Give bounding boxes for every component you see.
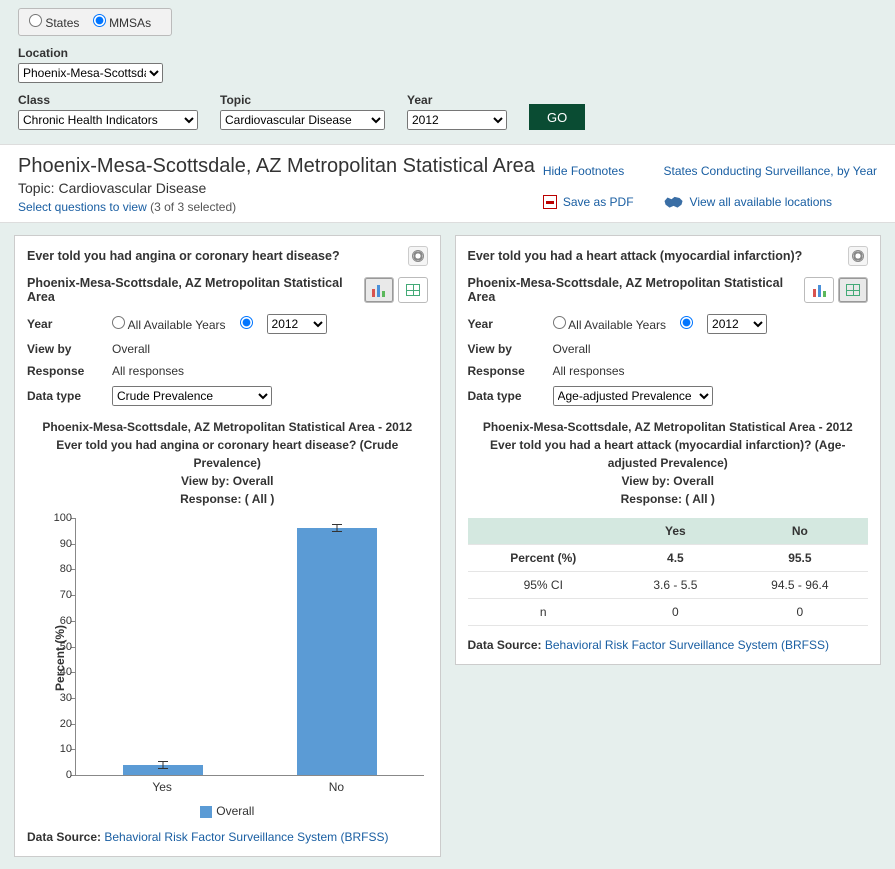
y-axis-label: Percent (%) — [53, 625, 67, 691]
response-value: All responses — [112, 364, 428, 378]
location-select[interactable]: Phoenix-Mesa-Scottsdale, AZ — [18, 63, 163, 83]
data-source-link[interactable]: Behavioral Risk Factor Surveillance Syst… — [545, 638, 829, 652]
viewby-value: Overall — [553, 342, 869, 356]
all-years-radio[interactable]: All Available Years — [553, 316, 667, 332]
bar-no — [297, 528, 377, 775]
year-control-label: Year — [27, 317, 112, 331]
page-title: Phoenix-Mesa-Scottsdale, AZ Metropolitan… — [18, 155, 535, 178]
class-label: Class — [18, 93, 198, 107]
save-pdf-link[interactable]: Save as PDF — [563, 195, 634, 209]
gear-icon — [852, 250, 864, 262]
col-no: No — [732, 518, 868, 545]
panel-year-select[interactable]: 2012 — [707, 314, 767, 334]
go-button[interactable]: GO — [529, 104, 585, 130]
datatype-label: Data type — [468, 389, 553, 403]
topic-label: Topic — [220, 93, 385, 107]
data-table: YesNo Percent (%)4.595.5 95% CI3.6 - 5.5… — [468, 518, 869, 626]
panel-angina: Ever told you had angina or coronary hea… — [14, 235, 441, 857]
table-icon — [846, 284, 860, 296]
panel-location: Phoenix-Mesa-Scottsdale, AZ Metropolitan… — [27, 276, 364, 304]
hide-footnotes-link[interactable]: Hide Footnotes — [543, 164, 624, 178]
surveillance-link[interactable]: States Conducting Surveillance, by Year — [664, 164, 877, 178]
datatype-select[interactable]: Age-adjusted Prevalence — [553, 386, 713, 406]
viewby-label: View by — [27, 342, 112, 356]
viewby-value: Overall — [112, 342, 428, 356]
year-select[interactable]: 2012 — [407, 110, 507, 130]
class-select[interactable]: Chronic Health Indicators — [18, 110, 198, 130]
row-ci: 95% CI — [468, 572, 619, 599]
filter-row-2: Class Chronic Health Indicators Topic Ca… — [18, 93, 877, 130]
panel-question: Ever told you had angina or coronary hea… — [27, 249, 340, 263]
filter-row: Location Phoenix-Mesa-Scottsdale, AZ — [18, 46, 877, 83]
header-strip: Phoenix-Mesa-Scottsdale, AZ Metropolitan… — [0, 144, 895, 223]
bars-icon — [372, 283, 385, 297]
gear-icon — [412, 250, 424, 262]
location-label: Location — [18, 46, 163, 60]
map-icon — [664, 196, 684, 208]
all-years-radio[interactable]: All Available Years — [112, 316, 226, 332]
panel-area: Ever told you had angina or coronary hea… — [0, 223, 895, 869]
row-percent: Percent (%) — [468, 545, 619, 572]
bar-yes — [123, 765, 203, 775]
cell-pct-no: 95.5 — [732, 545, 868, 572]
bar-chart: Percent (%) 0102030405060708090100 YesNo — [27, 518, 428, 798]
chart-legend: Overall — [27, 804, 428, 818]
panel-location: Phoenix-Mesa-Scottsdale, AZ Metropolitan… — [468, 276, 805, 304]
topic-select[interactable]: Cardiovascular Disease — [220, 110, 385, 130]
radio-mmsas[interactable]: MMSAs — [93, 16, 151, 30]
cell-n-yes: 0 — [619, 599, 732, 626]
cell-pct-yes: 4.5 — [619, 545, 732, 572]
data-source-link[interactable]: Behavioral Risk Factor Surveillance Syst… — [104, 830, 388, 844]
filter-bar: States MMSAs Location Phoenix-Mesa-Scott… — [0, 0, 895, 144]
pdf-icon — [543, 195, 557, 209]
geo-toggle: States MMSAs — [18, 8, 172, 36]
chart-view-button[interactable] — [364, 277, 394, 303]
datatype-label: Data type — [27, 389, 112, 403]
response-label: Response — [27, 364, 112, 378]
radio-states[interactable]: States — [29, 16, 79, 30]
panel-question: Ever told you had a heart attack (myocar… — [468, 249, 803, 263]
datatype-select[interactable]: Crude Prevalence — [112, 386, 272, 406]
col-yes: Yes — [619, 518, 732, 545]
panel-heart-attack: Ever told you had a heart attack (myocar… — [455, 235, 882, 665]
data-source-label: Data Source: — [27, 830, 101, 844]
table-icon — [406, 284, 420, 296]
panel-settings-button[interactable] — [848, 246, 868, 266]
response-label: Response — [468, 364, 553, 378]
select-questions-link[interactable]: Select questions to view — [18, 200, 147, 214]
table-view-button[interactable] — [398, 277, 428, 303]
data-source-label: Data Source: — [468, 638, 542, 652]
row-n: n — [468, 599, 619, 626]
specific-year-radio[interactable] — [680, 316, 693, 332]
panel-settings-button[interactable] — [408, 246, 428, 266]
specific-year-radio[interactable] — [240, 316, 253, 332]
cell-n-no: 0 — [732, 599, 868, 626]
year-control-label: Year — [468, 317, 553, 331]
view-locations-link[interactable]: View all available locations — [690, 195, 833, 209]
table-view-button[interactable] — [838, 277, 868, 303]
year-label: Year — [407, 93, 507, 107]
cell-ci-yes: 3.6 - 5.5 — [619, 572, 732, 599]
table-titles: Phoenix-Mesa-Scottsdale, AZ Metropolitan… — [468, 418, 869, 508]
topic-subtitle: Topic: Cardiovascular Disease — [18, 180, 535, 196]
viewby-label: View by — [468, 342, 553, 356]
chart-titles: Phoenix-Mesa-Scottsdale, AZ Metropolitan… — [27, 418, 428, 508]
response-value: All responses — [553, 364, 869, 378]
panel-year-select[interactable]: 2012 — [267, 314, 327, 334]
chart-view-button[interactable] — [804, 277, 834, 303]
bars-icon — [813, 283, 826, 297]
cell-ci-no: 94.5 - 96.4 — [732, 572, 868, 599]
select-questions-count: (3 of 3 selected) — [150, 200, 236, 214]
